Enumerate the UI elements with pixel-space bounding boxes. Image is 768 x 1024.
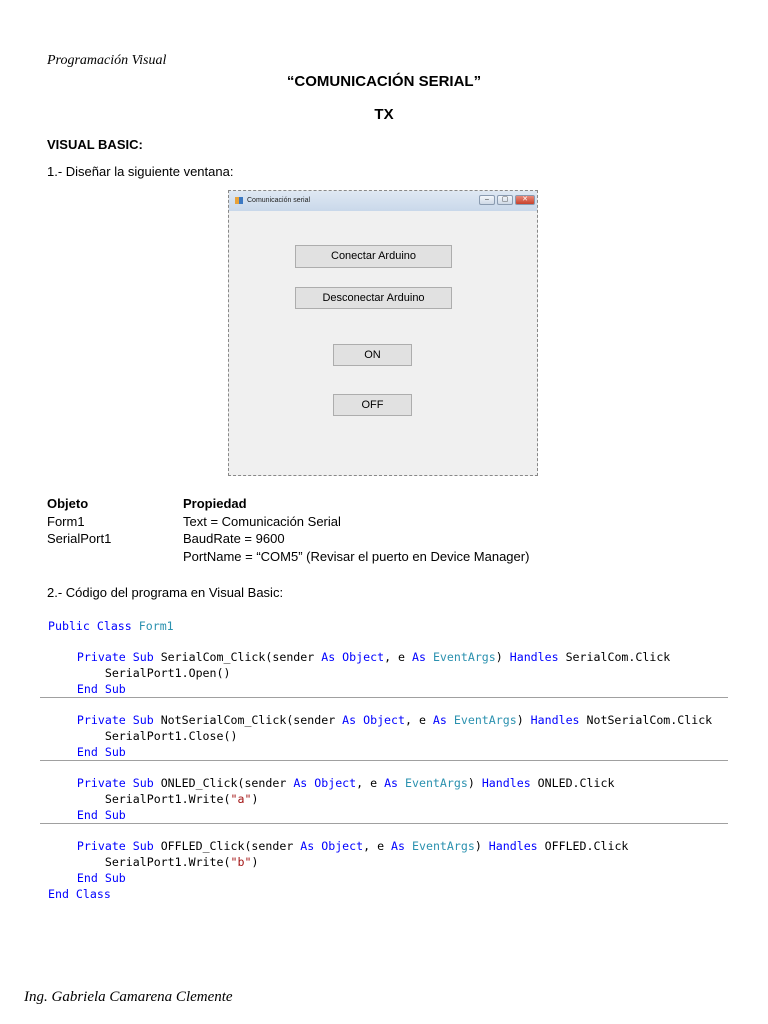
- close-icon[interactable]: ✕: [515, 195, 535, 205]
- code-token: End Class: [48, 887, 111, 901]
- code-token: SerialPort1.Open(): [49, 666, 231, 680]
- code-token: SerialPort1.Write(: [49, 792, 231, 806]
- code-token: Public Class: [48, 619, 139, 633]
- code-token: ): [251, 855, 259, 869]
- code-line: SerialPort1.Write("b"): [49, 855, 259, 869]
- table-cell: BaudRate = 9600: [183, 531, 285, 546]
- page-header: Programación Visual: [47, 53, 167, 68]
- divider: [40, 823, 728, 824]
- code-token: OFFLED.Click: [544, 839, 629, 853]
- table-cell: PortName = “COM5” (Revisar el puerto en …: [183, 549, 530, 564]
- code-token: , e: [363, 839, 392, 853]
- code-line: End Class: [48, 887, 111, 901]
- code-token: OFFLED_Click(sender: [160, 839, 301, 853]
- code-token: , e: [405, 713, 433, 727]
- code-token: As Object: [321, 650, 385, 664]
- code-token: End Sub: [49, 871, 126, 885]
- code-token: ONLED.Click: [537, 776, 615, 790]
- code-token: EventArgs: [405, 776, 468, 790]
- disconnect-arduino-button[interactable]: Desconectar Arduino: [295, 287, 452, 309]
- code-token: ): [516, 713, 531, 727]
- code-token: Private Sub: [49, 650, 161, 664]
- code-token: EventArgs: [412, 839, 475, 853]
- code-token: EventArgs: [453, 713, 517, 727]
- code-token: NotSerialCom_Click(sender: [160, 713, 343, 727]
- code-line: End Sub: [49, 682, 126, 696]
- code-token: Handles: [481, 776, 538, 790]
- code-token: As Object: [342, 713, 405, 727]
- section-heading: VISUAL BASIC:: [47, 137, 143, 152]
- code-line: SerialPort1.Close(): [49, 729, 238, 743]
- code-line: Private Sub OFFLED_Click(sender As Objec…: [49, 839, 629, 853]
- code-line: SerialPort1.Open(): [49, 666, 231, 680]
- code-token: Handles: [530, 713, 587, 727]
- table-header-object: Objeto: [47, 496, 89, 511]
- code-line: Private Sub NotSerialCom_Click(sender As…: [49, 713, 712, 727]
- code-token: As Object: [300, 839, 364, 853]
- divider: [40, 697, 728, 698]
- code-token: End Sub: [49, 745, 126, 759]
- app-icon: [235, 197, 243, 204]
- code-token: Private Sub: [49, 713, 161, 727]
- code-token: , e: [356, 776, 385, 790]
- code-token: ): [467, 776, 482, 790]
- code-token: SerialCom.Click: [565, 650, 671, 664]
- divider: [40, 760, 728, 761]
- code-token: As: [384, 776, 406, 790]
- doc-subtitle: TX: [374, 106, 394, 123]
- code-token: SerialCom_Click(sender: [160, 650, 322, 664]
- code-token: "b": [230, 855, 252, 869]
- table-header-property: Propiedad: [183, 496, 247, 511]
- code-token: Handles: [488, 839, 545, 853]
- maximize-icon[interactable]: ▢: [497, 195, 513, 205]
- code-line: End Sub: [49, 871, 126, 885]
- code-line: Public Class Form1: [48, 619, 174, 633]
- code-line: End Sub: [49, 745, 126, 759]
- table-cell: Text = Comunicación Serial: [183, 514, 341, 529]
- code-token: SerialPort1.Write(: [49, 855, 231, 869]
- step-1: 1.- Diseñar la siguiente ventana:: [47, 164, 234, 179]
- code-line: Private Sub ONLED_Click(sender As Object…: [49, 776, 615, 790]
- code-token: As Object: [293, 776, 357, 790]
- window-title: Comunicación serial: [247, 197, 311, 204]
- code-token: NotSerialCom.Click: [586, 713, 713, 727]
- page-footer: Ing. Gabriela Camarena Clemente: [24, 989, 233, 1005]
- form-window-screenshot: Comunicación serial – ▢ ✕ Conectar Ardui…: [228, 190, 538, 476]
- code-token: As: [411, 650, 433, 664]
- minimize-icon[interactable]: –: [479, 195, 495, 205]
- code-token: ONLED_Click(sender: [160, 776, 294, 790]
- code-token: Form1: [138, 619, 174, 633]
- doc-title: “COMUNICACIÓN SERIAL”: [286, 73, 482, 90]
- code-token: ): [495, 650, 510, 664]
- document-page: Programación Visual “COMUNICACIÓN SERIAL…: [0, 0, 768, 1024]
- code-token: SerialPort1.Close(): [49, 729, 238, 743]
- code-token: ): [474, 839, 489, 853]
- code-line: End Sub: [49, 808, 126, 822]
- code-token: As: [432, 713, 454, 727]
- window-titlebar: Comunicación serial – ▢ ✕: [229, 191, 537, 211]
- table-cell: Form1: [47, 514, 85, 529]
- table-cell: SerialPort1: [47, 531, 112, 546]
- step-2: 2.- Código del programa en Visual Basic:: [47, 585, 284, 600]
- code-token: Private Sub: [49, 839, 161, 853]
- on-button[interactable]: ON: [333, 344, 412, 366]
- code-token: Private Sub: [49, 776, 161, 790]
- code-token: EventArgs: [432, 650, 496, 664]
- code-token: End Sub: [49, 682, 126, 696]
- code-token: ): [251, 792, 259, 806]
- code-token: As: [391, 839, 412, 853]
- off-button[interactable]: OFF: [333, 394, 412, 416]
- code-line: SerialPort1.Write("a"): [49, 792, 259, 806]
- code-token: End Sub: [49, 808, 126, 822]
- code-token: , e: [384, 650, 412, 664]
- connect-arduino-button[interactable]: Conectar Arduino: [295, 245, 452, 268]
- code-token: "a": [230, 792, 252, 806]
- code-line: Private Sub SerialCom_Click(sender As Ob…: [49, 650, 670, 664]
- code-token: Handles: [509, 650, 566, 664]
